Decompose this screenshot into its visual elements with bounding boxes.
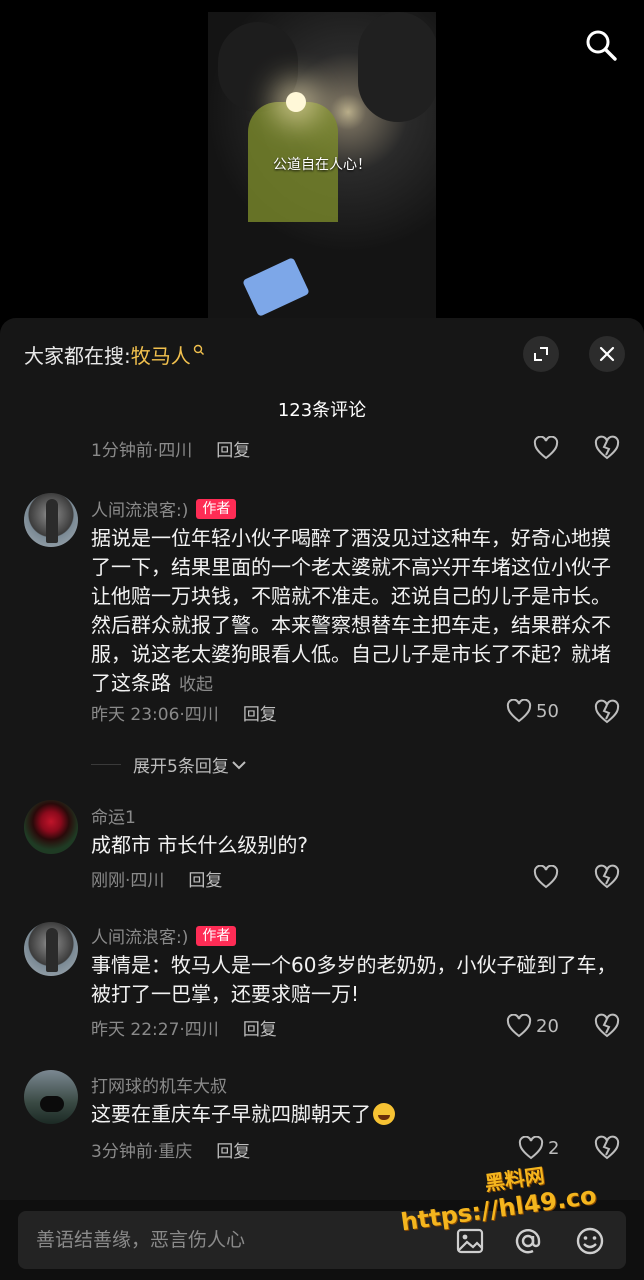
comment-time-location: 昨天 22:27·四川 [91,1020,219,1040]
emoji-icon[interactable] [574,1225,606,1257]
avatar[interactable] [24,493,78,547]
avatar[interactable] [24,922,78,976]
chevron-down-icon [232,760,246,769]
video-person [358,12,436,122]
comment-username[interactable]: 打网球的机车大叔 [91,1072,227,1097]
reply-button[interactable]: 回复 [216,436,250,461]
comment-meta: 1分钟前·四川 回复 [91,436,250,461]
avatar[interactable] [24,800,78,854]
broken-heart-icon[interactable] [594,1135,620,1161]
hot-search[interactable]: 大家都在搜: 牧马人 [24,340,205,369]
comment-text: 这要在重庆车子早就四脚朝天了 [91,1100,619,1129]
video-light [286,92,306,112]
comment-meta: 昨天 23:06·四川 回复 [91,700,277,725]
like-count: 2 [548,1137,560,1159]
reply-button[interactable]: 回复 [243,1015,277,1040]
comment-body: 据说是一位年轻小伙子喝醉了酒没见过这种车，好奇心地摸了一下，结果里面的一个老太婆… [91,526,611,695]
close-icon [599,346,615,362]
broken-heart-icon[interactable] [594,435,620,461]
expand-icon [534,347,548,361]
comment-text: 据说是一位年轻小伙子喝醉了酒没见过这种车，好奇心地摸了一下，结果里面的一个老太婆… [91,524,619,700]
divider [91,764,121,765]
expand-button[interactable] [523,336,559,372]
heart-icon[interactable] [533,436,559,460]
comment-count-title: 123条评论 [277,400,367,421]
username-text: 人间流浪客:) [91,501,189,521]
small-search-icon [193,344,204,355]
comment-time-location: 1分钟前·四川 [91,441,193,461]
collapse-button[interactable]: 收起 [179,675,213,695]
like-count: 20 [536,1015,559,1037]
reply-button[interactable]: 回复 [216,1137,250,1162]
broken-heart-icon[interactable] [594,699,620,725]
video-frame[interactable]: 公道自在人心！ [208,12,436,330]
heart-icon [518,1136,544,1160]
hot-search-keyword[interactable]: 牧马人 [131,340,191,369]
author-badge: 作者 [196,498,237,519]
reply-button[interactable]: 回复 [243,700,277,725]
broken-heart-icon[interactable] [594,1013,620,1039]
avatar[interactable] [24,1070,78,1124]
comment-username[interactable]: 命运1 [91,803,136,828]
username-text: 人间流浪客:) [91,928,189,948]
video-area[interactable]: 公道自在人心！ [0,0,644,330]
broken-heart-icon[interactable] [594,864,620,890]
like-button[interactable]: 50 [506,699,559,723]
comment-username[interactable]: 人间流浪客:) 作者 [91,923,237,948]
search-icon[interactable] [584,28,618,62]
like-button[interactable]: 2 [518,1136,559,1160]
like-count: 50 [536,700,559,722]
expand-replies-label: 展开5条回复 [133,757,229,777]
video-caption: 公道自在人心！ [273,157,371,173]
username-text: 命运1 [91,808,136,828]
comment-time-location: 昨天 23:06·四川 [91,705,219,725]
laughing-emoji-icon [373,1103,395,1125]
comment-time-location: 刚刚·四川 [91,871,165,891]
at-icon[interactable] [512,1225,544,1257]
comment-body: 这要在重庆车子早就四脚朝天了 [91,1102,371,1126]
like-button[interactable]: 20 [506,1014,559,1038]
heart-icon [506,1014,532,1038]
comment-time-location: 3分钟前·重庆 [91,1142,193,1162]
expand-replies-button[interactable]: 展开5条回复 [91,752,247,777]
comment-input-box[interactable] [18,1211,626,1269]
comment-meta: 3分钟前·重庆 回复 [91,1137,250,1162]
comment-meta: 刚刚·四川 回复 [91,866,222,891]
comment-meta: 昨天 22:27·四川 回复 [91,1015,277,1040]
comment-text: 事情是：牧马人是一个60多岁的老奶奶，小伙子碰到了车，被打了一巴掌，还要求赔一万… [91,953,617,1006]
username-text: 打网球的机车大叔 [91,1077,227,1097]
video-phone [242,257,310,317]
heart-icon [506,699,532,723]
comment-text: 成都市 市长什么级别的? [91,833,308,857]
author-badge: 作者 [196,925,237,946]
image-icon[interactable] [454,1225,486,1257]
comment-username[interactable]: 人间流浪客:) 作者 [91,496,237,521]
heart-icon[interactable] [533,865,559,889]
comment-input[interactable] [36,1211,436,1269]
hot-search-prefix: 大家都在搜: [24,344,131,368]
comment-panel: 大家都在搜: 牧马人 123条评论 1分钟前·四川 回复 人间流浪客:) 作者 [0,318,644,1280]
close-button[interactable] [589,336,625,372]
reply-button[interactable]: 回复 [188,866,222,891]
